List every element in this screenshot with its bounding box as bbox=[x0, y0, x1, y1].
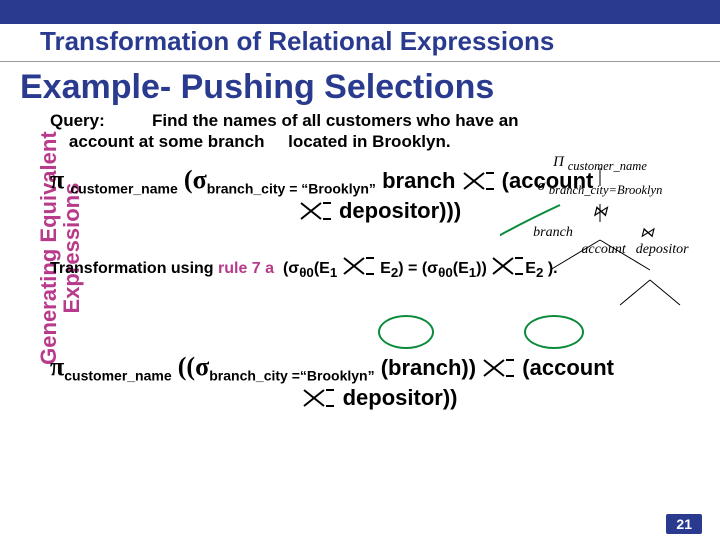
chapter-title: Transformation of Relational Expressions bbox=[0, 24, 720, 62]
query-text: Query: Find the names of all customers w… bbox=[50, 110, 710, 153]
natural-join-icon bbox=[342, 256, 376, 276]
expression-transformed: πcustomer_name ((σbranch_city =“Brooklyn… bbox=[50, 350, 710, 413]
slide-title: Example- Pushing Selections bbox=[0, 62, 720, 115]
query-label: Query: bbox=[50, 111, 105, 130]
transformation-rule: Transformation using rule 7 a (σθ0(E1 E2… bbox=[50, 256, 710, 280]
top-bar bbox=[0, 0, 720, 24]
natural-join-icon bbox=[482, 358, 516, 378]
natural-join-icon bbox=[299, 201, 333, 221]
highlight-circle-icon bbox=[378, 315, 434, 349]
highlight-circle-icon bbox=[524, 315, 584, 349]
natural-join-icon bbox=[462, 171, 496, 191]
natural-join-icon bbox=[302, 388, 336, 408]
natural-join-icon bbox=[491, 256, 525, 276]
query-tree-diagram: Π customer_name σ branch_city=Brooklyn ⋈… bbox=[500, 150, 700, 258]
page-number: 21 bbox=[666, 514, 702, 534]
